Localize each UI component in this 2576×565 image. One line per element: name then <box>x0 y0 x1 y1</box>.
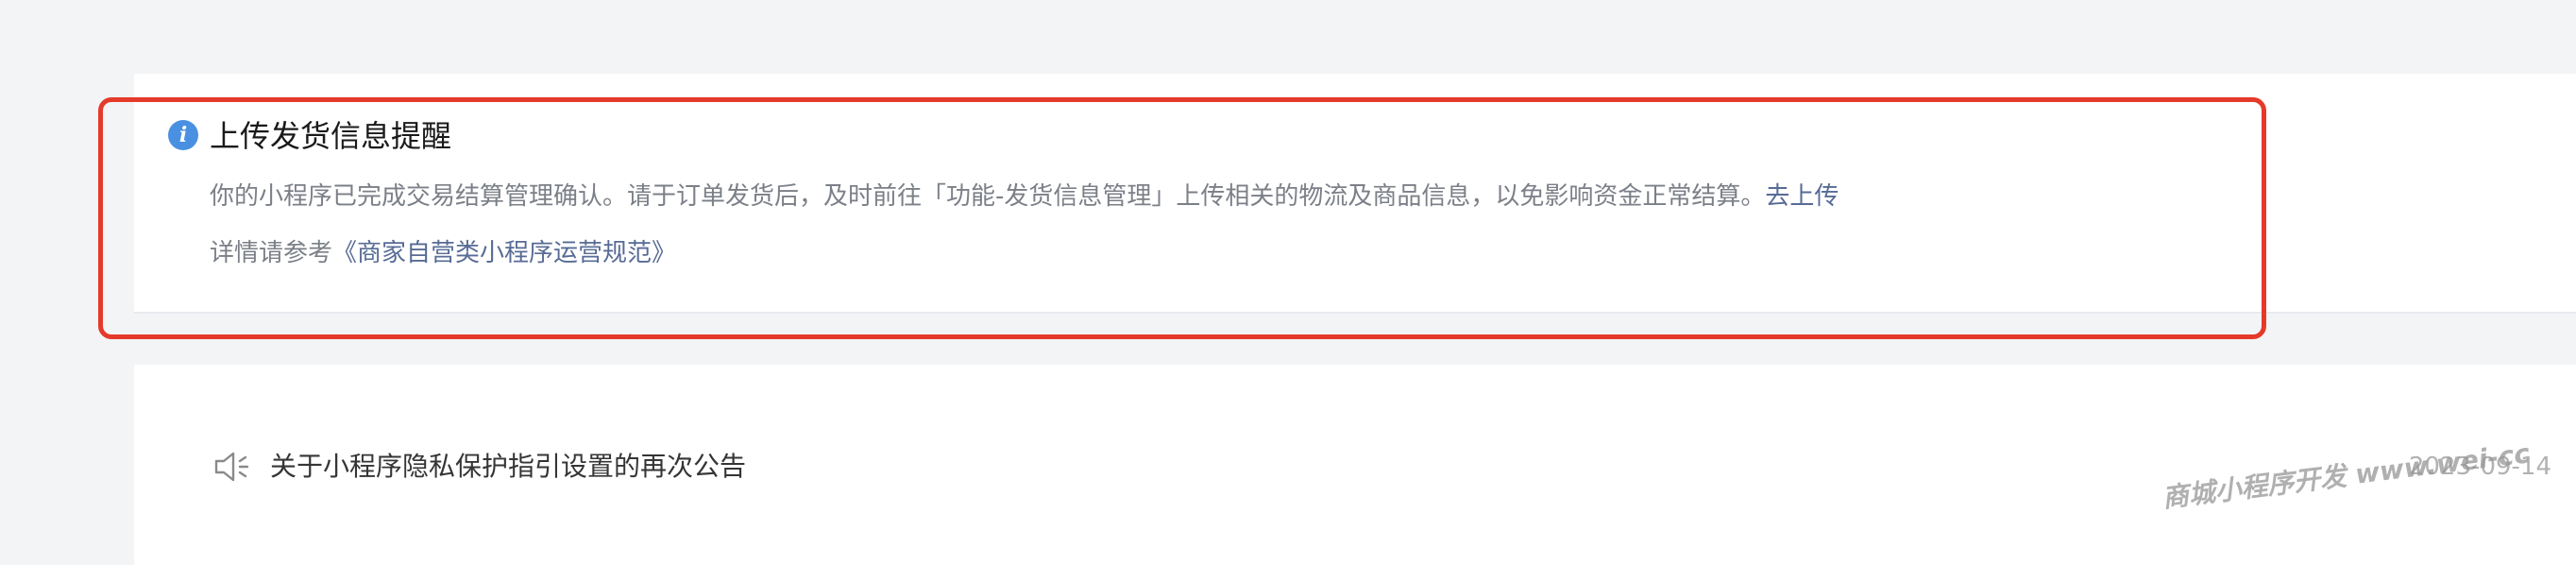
speaker-icon <box>214 452 249 482</box>
announcement-date: 2023-09-14 <box>2408 453 2551 481</box>
highlight-annotation-box <box>98 97 2266 339</box>
announcement-link[interactable]: 关于小程序隐私保护指引设置的再次公告 <box>270 448 746 486</box>
